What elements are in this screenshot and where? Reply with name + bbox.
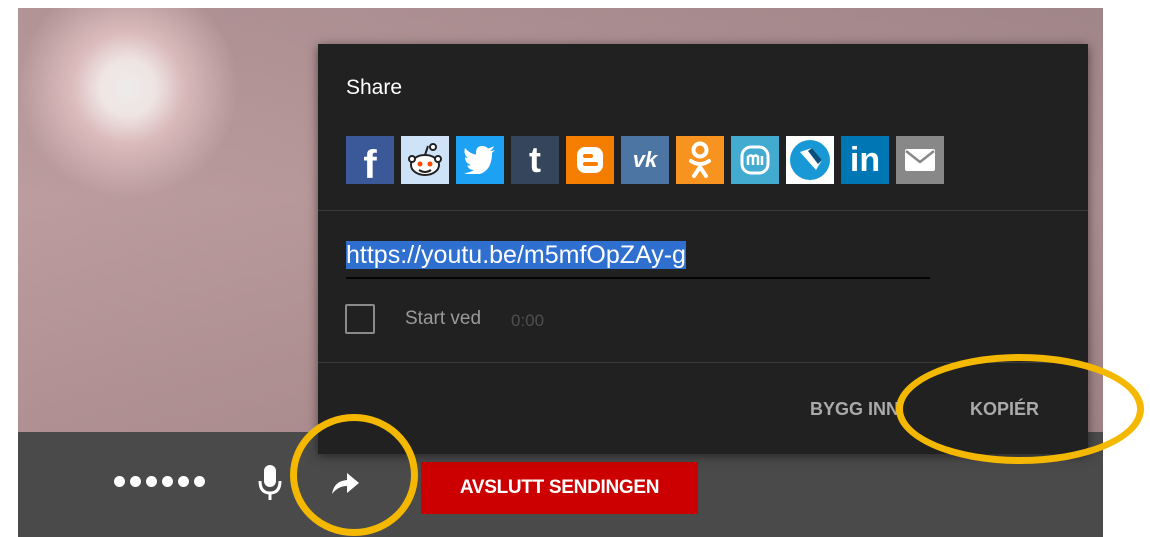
copy-highlight-circle xyxy=(896,354,1144,464)
vk-icon[interactable]: vk xyxy=(621,136,669,184)
facebook-glyph: f xyxy=(363,142,377,187)
odnoklassniki-icon[interactable] xyxy=(676,136,724,184)
dot xyxy=(162,476,173,487)
tumblr-glyph: t xyxy=(529,139,541,180)
dot xyxy=(194,476,205,487)
share-url-text: https://youtu.be/m5mfOpZAy-g xyxy=(346,241,686,269)
embed-button[interactable]: BYGG INN xyxy=(810,399,899,420)
start-at-time[interactable]: 0:00 xyxy=(511,311,544,331)
linkedin-icon[interactable]: in xyxy=(841,136,889,184)
email-icon[interactable] xyxy=(896,136,944,184)
blogger-icon[interactable] xyxy=(566,136,614,184)
share-url-field[interactable]: https://youtu.be/m5mfOpZAy-g xyxy=(346,241,930,279)
mixi-icon[interactable] xyxy=(731,136,779,184)
share-platform-list: f t vk in xyxy=(346,136,944,187)
twitter-icon[interactable] xyxy=(456,136,504,184)
divider xyxy=(318,210,1088,211)
start-at-label: Start ved xyxy=(405,308,482,329)
dot xyxy=(114,476,125,487)
start-at-checkbox[interactable] xyxy=(345,304,375,334)
dot xyxy=(146,476,157,487)
end-stream-button[interactable]: AVSLUTT SENDINGEN xyxy=(421,462,698,514)
linkedin-glyph: in xyxy=(849,140,881,179)
dot xyxy=(130,476,141,487)
dot xyxy=(178,476,189,487)
facebook-icon[interactable]: f xyxy=(346,136,394,187)
reddit-icon[interactable] xyxy=(401,136,449,184)
share-dialog-title: Share xyxy=(346,76,403,99)
tumblr-icon[interactable]: t xyxy=(511,136,559,184)
more-options-dots[interactable] xyxy=(114,476,205,487)
share-highlight-circle xyxy=(290,414,418,536)
microphone-icon[interactable] xyxy=(258,465,282,508)
vk-glyph: vk xyxy=(632,147,658,172)
goo-icon[interactable] xyxy=(786,136,834,184)
